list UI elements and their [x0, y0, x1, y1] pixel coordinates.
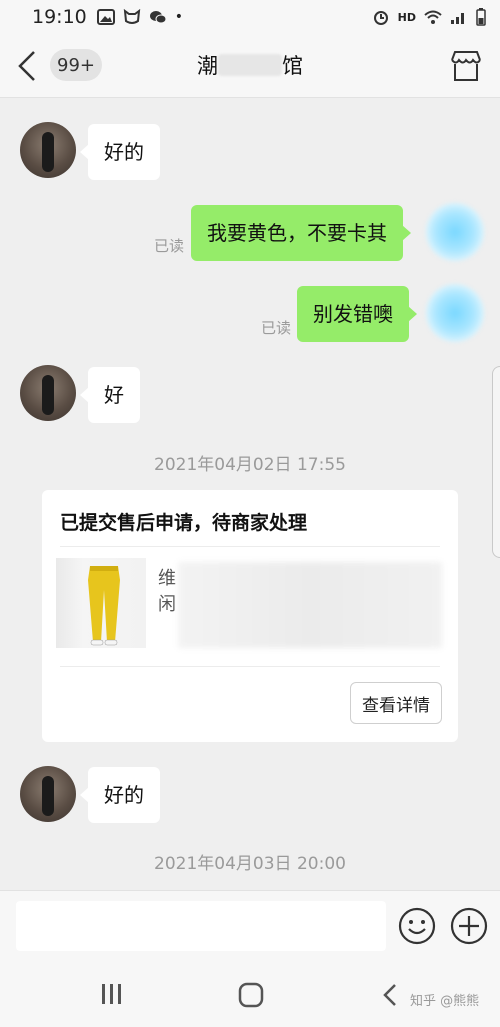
- page-title: 潮馆: [0, 50, 500, 80]
- message-bubble-received[interactable]: 好的: [80, 767, 160, 823]
- battery-icon: [476, 8, 486, 26]
- view-details-button[interactable]: 查看详情: [350, 682, 442, 724]
- yellow-pants-image: [88, 566, 120, 646]
- self-avatar[interactable]: [426, 203, 484, 261]
- system-nav-bar: 知乎 @熊熊: [0, 962, 500, 1027]
- contact-avatar[interactable]: [20, 766, 76, 822]
- contact-avatar[interactable]: [20, 365, 76, 421]
- nav-back-icon[interactable]: [380, 982, 400, 1008]
- message-bubble-received[interactable]: 好: [80, 367, 140, 423]
- card-title: 已提交售后申请，待商家处理: [60, 512, 308, 534]
- card-divider: [60, 546, 440, 547]
- timestamp: 2021年04月03日 20:00: [154, 854, 346, 874]
- wifi-icon: [424, 10, 442, 24]
- title-start: 潮: [197, 54, 218, 78]
- plus-icon[interactable]: [450, 907, 488, 945]
- product-image[interactable]: [56, 558, 146, 648]
- app-notification-icon: [123, 9, 140, 24]
- home-icon[interactable]: [238, 982, 264, 1008]
- product-redacted: [178, 562, 442, 648]
- message-bubble-received[interactable]: 好的: [80, 124, 160, 180]
- read-status: 已读: [154, 237, 185, 255]
- recent-apps-icon[interactable]: [100, 982, 124, 1006]
- status-bar: 19:10 • HD: [0, 0, 500, 34]
- signal-icon: [451, 13, 464, 24]
- message-input[interactable]: [16, 901, 386, 951]
- self-avatar[interactable]: [426, 284, 484, 342]
- title-redacted: [218, 54, 282, 76]
- chat-header: 99+ 潮馆: [0, 34, 500, 98]
- edge-panel-handle[interactable]: [492, 366, 500, 558]
- message-bubble-sent[interactable]: 我要黄色，不要卡其: [191, 205, 411, 261]
- title-end: 馆: [282, 54, 303, 78]
- emoji-icon[interactable]: [398, 907, 436, 945]
- watermark: 知乎 @熊熊: [410, 994, 480, 1009]
- store-icon[interactable]: [448, 48, 484, 84]
- network-label: HD: [397, 10, 416, 24]
- input-bar: [0, 890, 500, 962]
- image-icon: [96, 9, 115, 25]
- status-time: 19:10: [32, 6, 87, 28]
- contact-avatar[interactable]: [20, 122, 76, 178]
- product-name: 维闲: [158, 568, 176, 615]
- dot-icon: •: [174, 9, 184, 25]
- wechat-icon: [149, 11, 167, 24]
- alarm-icon: [373, 11, 388, 25]
- read-status: 已读: [261, 319, 292, 337]
- card-divider: [60, 666, 440, 667]
- after-sales-card[interactable]: 已提交售后申请，待商家处理 维闲 查看详情: [42, 490, 458, 742]
- message-bubble-sent[interactable]: 别发错噢: [297, 286, 417, 342]
- timestamp: 2021年04月02日 17:55: [154, 455, 346, 475]
